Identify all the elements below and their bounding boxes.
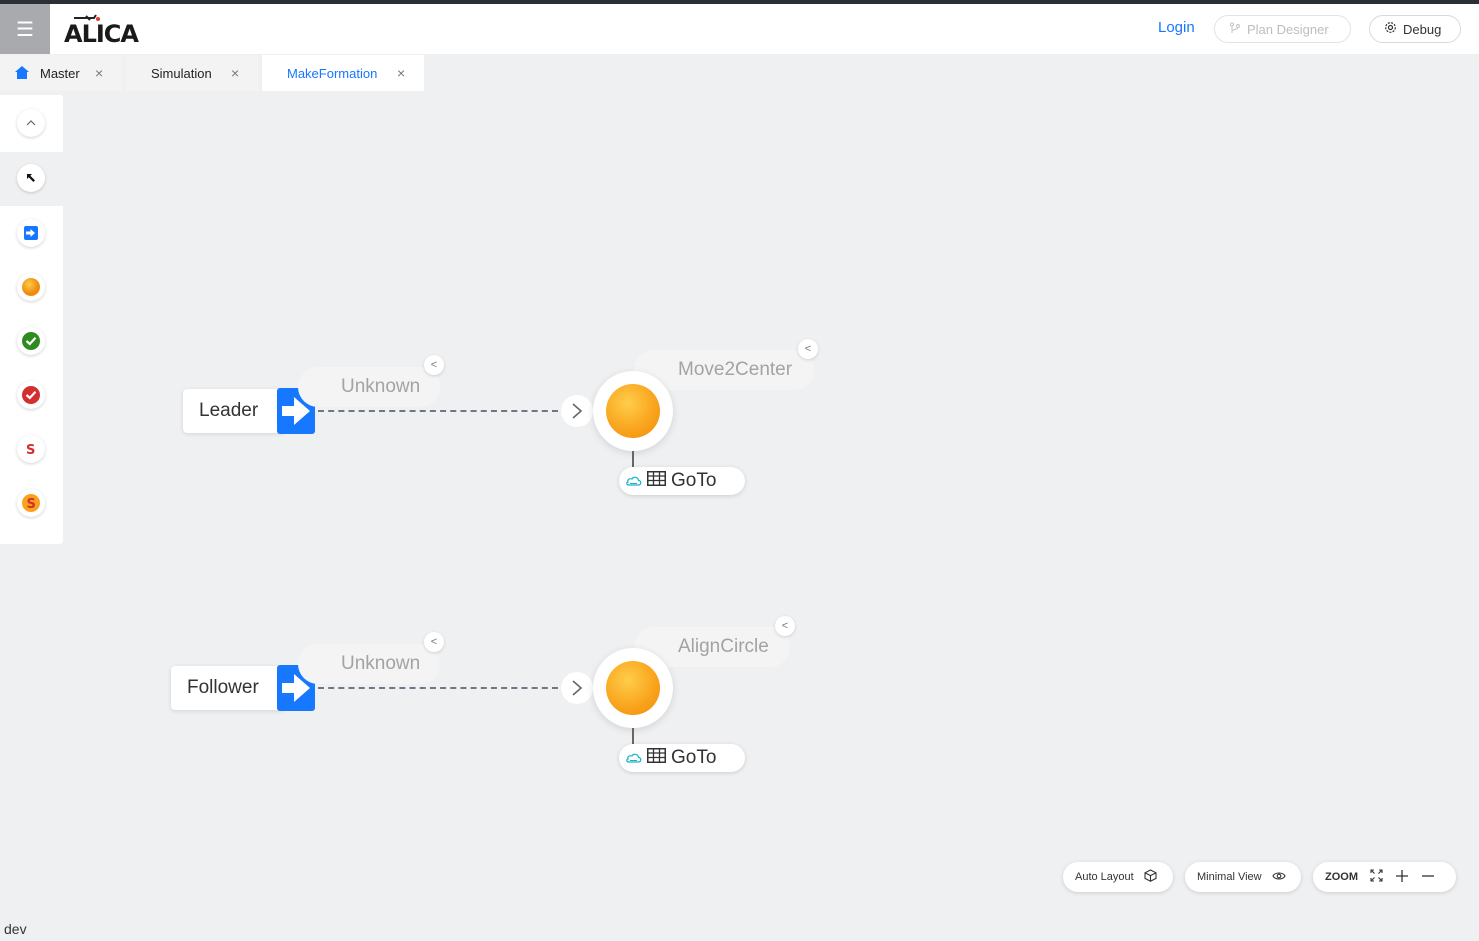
debug-button[interactable]: Debug	[1369, 15, 1461, 43]
cube-icon	[1144, 869, 1157, 885]
select-pointer-icon[interactable]	[17, 164, 45, 192]
success-state-icon[interactable]	[17, 327, 45, 355]
chevron-right-icon[interactable]	[561, 395, 593, 427]
svg-text:ALICA: ALICA	[64, 20, 139, 44]
synchronisation-icon[interactable]: S	[17, 435, 45, 463]
alica-logo: ALICA	[64, 14, 140, 48]
behaviour-pill[interactable]: GoTo	[619, 744, 745, 772]
plan-designer-label: Plan Designer	[1247, 21, 1329, 37]
gear-icon	[1384, 21, 1397, 37]
state-circle	[606, 384, 660, 438]
hamburger-icon: ☰	[16, 18, 34, 41]
task-label-pill[interactable]: Unknown	[298, 644, 440, 684]
zoom-out-icon[interactable]	[1421, 869, 1435, 886]
state-node[interactable]	[593, 648, 673, 728]
state-label: Move2Center	[678, 359, 793, 380]
svg-text:S: S	[27, 497, 36, 512]
entry-point-label: Leader	[199, 400, 259, 421]
tab-makeformation[interactable]: MakeFormation ×	[262, 55, 424, 91]
chevron-left-icon[interactable]: <	[424, 355, 444, 375]
state-behaviour-connector	[632, 728, 634, 744]
branch-icon	[1229, 22, 1241, 37]
plan-designer-button[interactable]: Plan Designer	[1214, 15, 1351, 43]
tab-makeformation-label: MakeFormation	[287, 65, 378, 81]
tab-master-label: Master	[40, 65, 80, 81]
debug-label: Debug	[1403, 21, 1442, 37]
task-label: Unknown	[341, 653, 421, 674]
close-icon[interactable]: ×	[231, 65, 239, 81]
tab-simulation-label: Simulation	[151, 65, 212, 81]
transition-line	[318, 410, 558, 412]
transition-line	[318, 687, 558, 689]
close-icon[interactable]: ×	[95, 65, 103, 81]
tab-simulation[interactable]: Simulation ×	[126, 55, 258, 91]
state-circle	[606, 661, 660, 715]
cloud-icon	[625, 747, 642, 769]
chevron-right-icon[interactable]	[561, 672, 593, 704]
minimal-view-button[interactable]: Minimal View	[1185, 862, 1301, 892]
state-behaviour-connector	[632, 451, 634, 467]
table-icon	[647, 747, 666, 769]
element-toolbox: S S	[0, 95, 63, 544]
entry-point-icon[interactable]	[17, 219, 45, 247]
chevron-left-icon[interactable]: <	[798, 339, 818, 359]
entry-point-label: Follower	[187, 677, 259, 698]
auto-layout-button[interactable]: Auto Layout	[1063, 862, 1173, 892]
table-icon	[647, 470, 666, 492]
svg-text:S: S	[26, 443, 35, 456]
tab-bar: Master × Simulation × MakeFormation ×	[0, 54, 1479, 92]
close-icon[interactable]: ×	[397, 65, 405, 81]
collapse-icon[interactable]	[17, 109, 45, 137]
state-label: AlignCircle	[678, 636, 769, 657]
task-label: Unknown	[341, 376, 421, 397]
zoom-controls: ZOOM	[1313, 862, 1456, 892]
entry-point-leader[interactable]: Leader	[183, 389, 283, 433]
failure-state-icon[interactable]	[17, 381, 45, 409]
behaviour-label: GoTo	[671, 747, 717, 768]
login-link[interactable]: Login	[1158, 19, 1195, 36]
menu-button[interactable]: ☰	[0, 4, 50, 54]
minimal-view-label: Minimal View	[1197, 871, 1262, 883]
state-node[interactable]	[593, 371, 673, 451]
home-icon	[15, 66, 29, 82]
zoom-in-icon[interactable]	[1395, 869, 1409, 886]
sync-transition-icon[interactable]: S	[17, 489, 45, 517]
cloud-icon	[625, 470, 642, 492]
tab-master[interactable]: Master ×	[0, 55, 122, 91]
behaviour-label: GoTo	[671, 470, 717, 491]
eye-icon	[1271, 871, 1286, 884]
behaviour-pill[interactable]: GoTo	[619, 467, 745, 495]
chevron-left-icon[interactable]: <	[775, 616, 795, 636]
zoom-label: ZOOM	[1325, 871, 1358, 883]
environment-label: dev	[4, 921, 27, 937]
entry-point-follower[interactable]: Follower	[171, 666, 283, 710]
chevron-left-icon[interactable]: <	[424, 632, 444, 652]
fit-view-icon[interactable]	[1370, 869, 1383, 885]
task-label-pill[interactable]: Unknown	[298, 367, 440, 407]
state-icon[interactable]	[17, 273, 45, 301]
auto-layout-label: Auto Layout	[1075, 871, 1134, 883]
